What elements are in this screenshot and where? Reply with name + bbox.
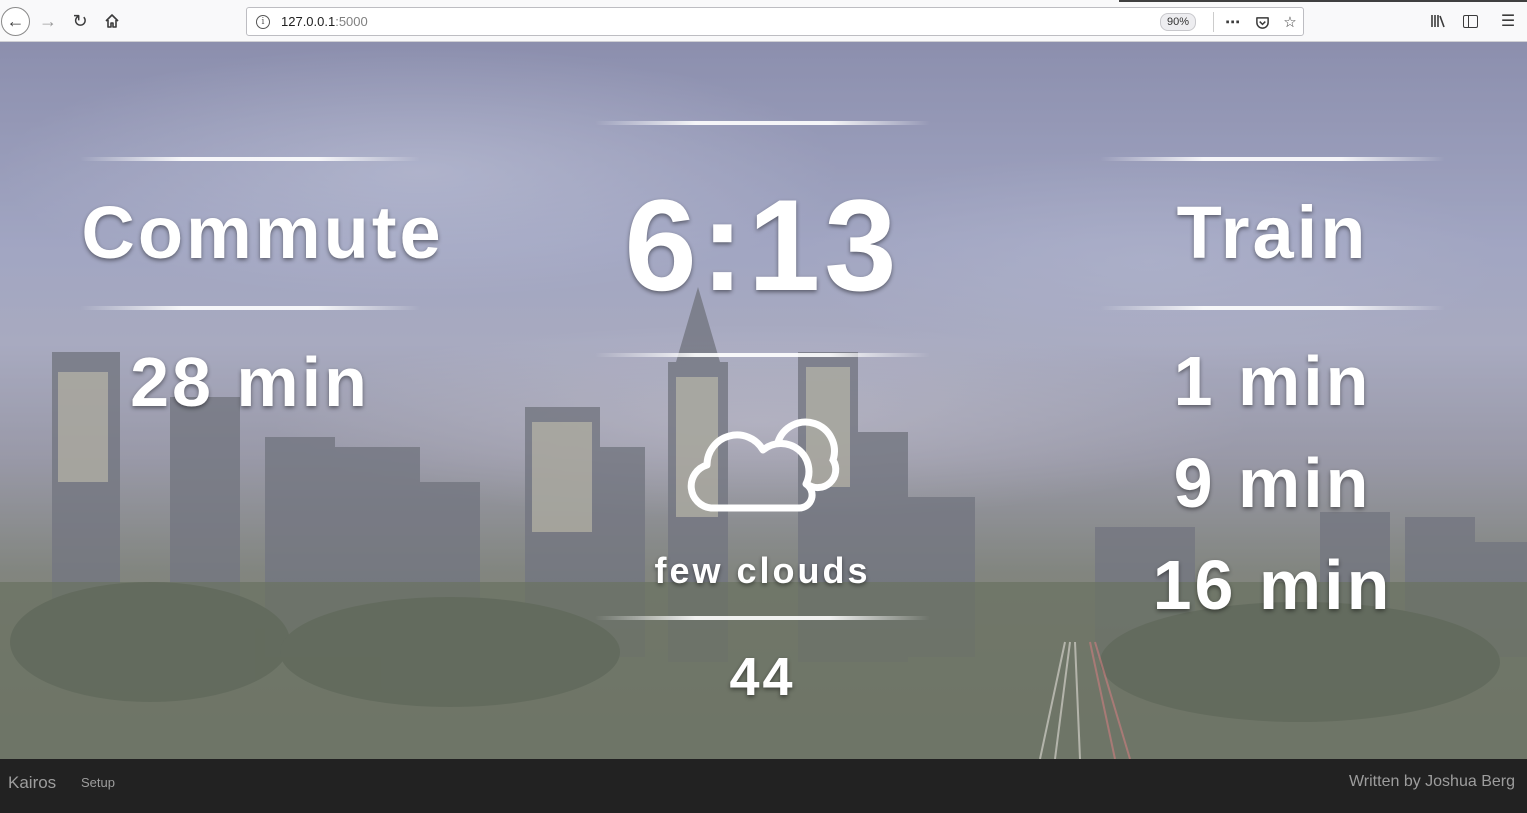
browser-toolbar: ← → ↻ i 127.0.0.1:5000 90% ⋯ ☆ ☰ <box>0 0 1527 42</box>
forward-icon: → <box>39 10 57 31</box>
sidebar-icon[interactable] <box>1459 10 1481 32</box>
star-icon[interactable]: ☆ <box>1279 11 1301 33</box>
back-button[interactable]: ← <box>1 7 30 36</box>
dashboard-background: Commute 28 min 6:13 few clouds 44 Train … <box>0 42 1527 759</box>
train-mid-divider <box>1100 306 1445 310</box>
weather-temperature: 44 <box>729 647 796 707</box>
pocket-icon[interactable] <box>1251 11 1273 33</box>
url-separator <box>1213 12 1214 32</box>
info-icon[interactable]: i <box>256 15 270 29</box>
cloud-icon <box>687 418 840 512</box>
clock-bottom-divider <box>595 353 930 357</box>
train-top-divider <box>1100 157 1445 161</box>
clock-top-divider <box>595 121 930 125</box>
setup-link[interactable]: Setup <box>81 775 115 790</box>
commute-time: 28 min <box>130 343 370 421</box>
train-time-item: 9 min <box>1173 444 1372 522</box>
url-host: 127.0.0.1 <box>281 14 336 29</box>
train-times-list: 1 min 9 min 16 min <box>1100 340 1445 646</box>
train-title: Train <box>1176 191 1369 274</box>
more-icon[interactable]: ⋯ <box>1222 11 1244 33</box>
weather-divider <box>595 616 930 620</box>
commute-mid-divider <box>80 306 420 310</box>
commute-top-divider <box>80 157 420 161</box>
home-icon <box>105 14 119 28</box>
library-icon[interactable] <box>1427 10 1449 32</box>
url-port: :5000 <box>335 14 368 29</box>
home-button[interactable] <box>98 7 126 35</box>
clock-time: 6:13 <box>624 172 901 318</box>
brand-link[interactable]: Kairos <box>8 773 56 793</box>
commute-title: Commute <box>81 191 444 274</box>
url-text[interactable]: 127.0.0.1:5000 <box>281 14 368 29</box>
zoom-level-badge[interactable]: 90% <box>1160 13 1197 31</box>
footer-navbar: Kairos Setup Written by Joshua Berg <box>0 759 1527 813</box>
train-time-item: 16 min <box>1152 546 1393 624</box>
reload-icon: ↻ <box>72 10 88 31</box>
back-icon: ← <box>6 11 25 31</box>
forward-button[interactable]: → <box>34 7 62 35</box>
footer-credit: Written by Joshua Berg <box>1348 773 1515 790</box>
weather-condition: few clouds <box>654 550 871 591</box>
menu-icon[interactable]: ☰ <box>1497 10 1519 32</box>
train-time-item: 1 min <box>1173 342 1372 420</box>
page-load-indicator <box>1119 0 1527 2</box>
reload-button[interactable]: ↻ <box>66 7 94 35</box>
address-bar[interactable]: i 127.0.0.1:5000 90% ⋯ ☆ <box>246 7 1304 36</box>
